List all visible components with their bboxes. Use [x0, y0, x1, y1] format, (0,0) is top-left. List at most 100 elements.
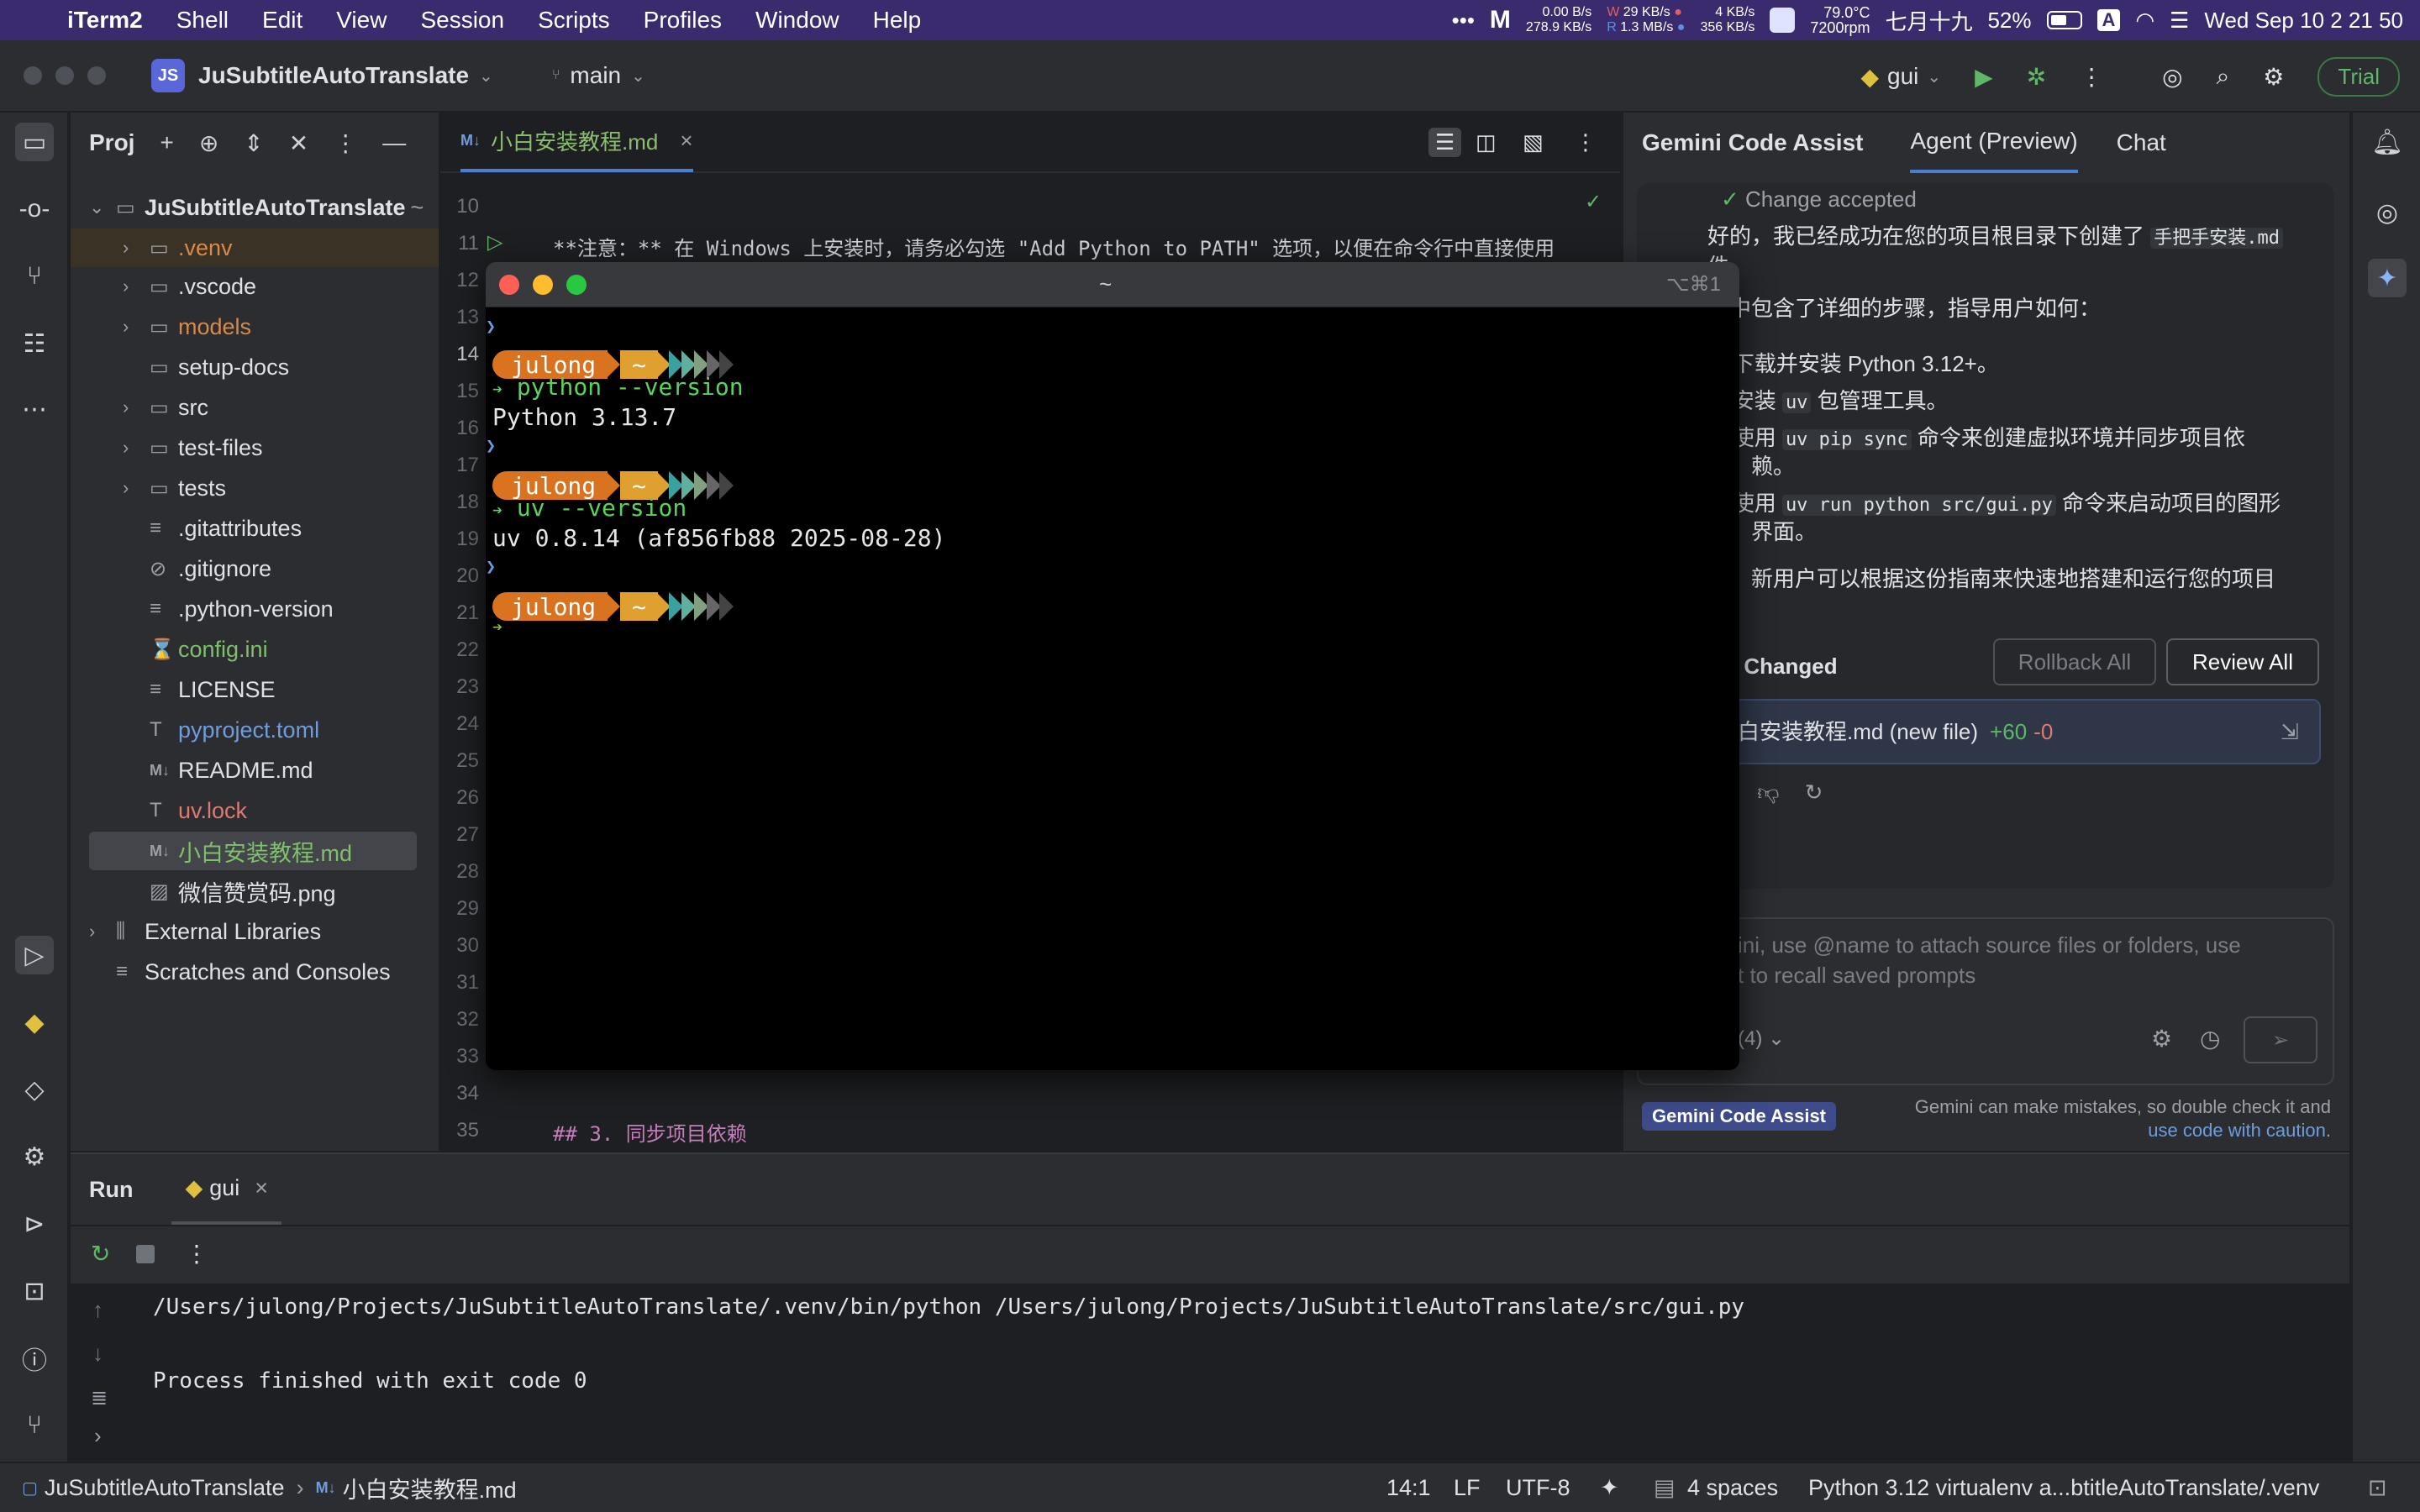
notifications-icon[interactable]: 🔔︎: [2368, 123, 2407, 161]
tree-item-uv-lock[interactable]: T uv.lock: [150, 791, 247, 830]
chevron-right-icon[interactable]: ›: [123, 477, 150, 499]
chevron-right-icon[interactable]: ›: [123, 316, 150, 338]
tree-item-pyproject[interactable]: T pyproject.toml: [150, 711, 319, 749]
options-icon[interactable]: ⋮: [334, 129, 357, 157]
project-badge[interactable]: JS: [151, 59, 185, 92]
chevron-right-icon[interactable]: ›: [123, 437, 150, 459]
more-icon[interactable]: •••: [1452, 8, 1475, 34]
python-interpreter[interactable]: Python 3.12 virtualenv a...btitleAutoTra…: [1808, 1475, 2319, 1501]
more-tools-icon[interactable]: ⋯: [15, 390, 54, 428]
scroll-down-icon[interactable]: ↓: [92, 1341, 103, 1367]
editor-tab[interactable]: M↓ 小白安装教程.md ×: [460, 112, 693, 172]
tree-item-gitattributes[interactable]: ≡ .gitattributes: [150, 509, 302, 548]
split-view-icon[interactable]: ◫: [1476, 129, 1497, 155]
tree-item-vscode[interactable]: › ▭ .vscode: [123, 267, 256, 306]
history-icon[interactable]: ◷: [2200, 1025, 2220, 1053]
current-input-line[interactable]: ➔: [492, 617, 502, 637]
pull-request-icon[interactable]: ⑂: [15, 257, 54, 296]
context-selector[interactable]: (4) ⌄: [1738, 1026, 1785, 1051]
chevron-right-icon[interactable]: ›: [89, 921, 116, 942]
review-all-button[interactable]: Review All: [2166, 638, 2319, 685]
menu-edit[interactable]: Edit: [262, 7, 302, 34]
tree-item-config[interactable]: ⌛ config.ini: [150, 630, 268, 669]
terminal-minimize-button[interactable]: [533, 274, 553, 295]
services-icon[interactable]: ⚙: [15, 1137, 54, 1176]
terminal-icon[interactable]: ⊡: [15, 1272, 54, 1310]
project-selector[interactable]: JuSubtitleAutoTranslate: [198, 62, 469, 89]
branch-selector[interactable]: main: [570, 62, 621, 89]
tree-root[interactable]: ⌄ ▭ JuSubtitleAutoTranslate ~: [89, 188, 424, 227]
terminal-zoom-button[interactable]: [566, 274, 587, 295]
debug-icon[interactable]: ✲: [2027, 63, 2046, 91]
chevron-down-icon[interactable]: ⌄: [631, 66, 645, 87]
hide-icon[interactable]: —: [382, 129, 406, 156]
close-icon[interactable]: ×: [255, 1175, 268, 1201]
menu-help[interactable]: Help: [873, 7, 922, 34]
menubar-datetime[interactable]: Wed Sep 10 2 21 50: [2204, 8, 2403, 34]
changed-file-row[interactable]: 小白安装教程.md (new file) +60 -0 ⇲: [1704, 699, 2321, 764]
python-packages-icon[interactable]: ◇: [15, 1070, 54, 1109]
ai-assistant-icon[interactable]: ◎: [2162, 63, 2182, 91]
prompt-input[interactable]: ini, use @name to attach source files or…: [1637, 917, 2334, 1085]
line-separator[interactable]: LF: [1454, 1475, 1481, 1501]
breadcrumb-file[interactable]: 小白安装教程.md: [343, 1472, 517, 1504]
run-gutter-icon[interactable]: ▷: [487, 230, 502, 255]
use-code-with-caution-link[interactable]: use code with caution: [2148, 1120, 2326, 1141]
menu-view[interactable]: View: [336, 7, 387, 34]
window-close-button[interactable]: [24, 66, 42, 85]
chevron-down-icon[interactable]: ⌄: [89, 197, 116, 218]
chevron-right-icon[interactable]: ›: [123, 276, 150, 297]
ai-status-icon[interactable]: ✦: [1600, 1475, 1619, 1501]
add-icon[interactable]: +: [160, 129, 173, 156]
expand-all-icon[interactable]: ⇕: [244, 129, 263, 157]
breadcrumb-project[interactable]: JuSubtitleAutoTranslate: [45, 1475, 285, 1501]
tree-external-libraries[interactable]: › ⫼ External Libraries: [89, 912, 321, 951]
collapse-icon[interactable]: ⇲: [2281, 716, 2299, 748]
menu-app-name[interactable]: iTerm2: [67, 7, 143, 34]
python-console-icon[interactable]: ◆: [15, 1003, 54, 1042]
code-line-11[interactable]: **注意：** 在 Windows 上安装时，请务必勾选 "Add Python…: [553, 232, 1555, 261]
window-minimize-button[interactable]: [55, 66, 74, 85]
tree-item-python-version[interactable]: ≡ .python-version: [150, 590, 334, 628]
editor-only-icon[interactable]: ☰: [1428, 128, 1462, 157]
more-icon[interactable]: ⋮: [185, 1240, 208, 1268]
problems-icon[interactable]: ⓘ: [15, 1339, 54, 1378]
tree-item-setup-docs[interactable]: ▭ setup-docs: [150, 348, 289, 386]
send-button[interactable]: ➢: [2244, 1016, 2317, 1063]
menu-shell[interactable]: Shell: [176, 7, 229, 34]
tree-item-readme[interactable]: M↓ README.md: [150, 751, 313, 790]
expand-icon[interactable]: ›: [94, 1423, 102, 1449]
menu-session[interactable]: Session: [420, 7, 504, 34]
tab-chat[interactable]: Chat: [2117, 129, 2166, 156]
tree-item-models[interactable]: › ▭ models: [123, 307, 251, 346]
control-center-icon[interactable]: ☰: [2170, 8, 2189, 34]
indent-setting[interactable]: 4 spaces: [1687, 1475, 1778, 1501]
trial-button[interactable]: Trial: [2317, 56, 2400, 97]
menu-scripts[interactable]: Scripts: [538, 7, 610, 34]
tree-item-tutorial-md[interactable]: M↓ 小白安装教程.md: [89, 832, 417, 870]
preview-icon[interactable]: ▧: [1523, 129, 1544, 155]
soft-wrap-icon[interactable]: ≣: [91, 1386, 108, 1410]
tree-item-src[interactable]: › ▭ src: [123, 388, 208, 427]
menu-profiles[interactable]: Profiles: [644, 7, 722, 34]
file-encoding[interactable]: UTF-8: [1506, 1475, 1570, 1501]
run-tab-gui[interactable]: ◆ gui ×: [171, 1154, 282, 1225]
search-icon[interactable]: ⌕: [2217, 63, 2230, 91]
menu-window[interactable]: Window: [755, 7, 839, 34]
scroll-up-icon[interactable]: ↑: [92, 1297, 103, 1323]
battery-icon[interactable]: [2046, 11, 2082, 29]
tree-item-tests[interactable]: › ▭ tests: [123, 469, 226, 507]
chevron-down-icon[interactable]: ⌄: [479, 66, 493, 87]
run-icon[interactable]: ▶: [1975, 63, 1993, 91]
tree-item-wechat-png[interactable]: ▨ 微信赞赏码.png: [150, 872, 336, 911]
gear-icon[interactable]: ⚙: [2263, 63, 2284, 91]
input-method-icon[interactable]: A: [2096, 9, 2121, 31]
tab-agent[interactable]: Agent (Preview): [1910, 113, 2078, 173]
structure-icon[interactable]: ☷: [15, 324, 54, 363]
tree-item-test-files[interactable]: › ▭ test-files: [123, 428, 263, 467]
folder-icon[interactable]: ▭: [15, 123, 54, 161]
terminal-close-button[interactable]: [499, 274, 519, 295]
rollback-all-button[interactable]: Rollback All: [1993, 638, 2156, 685]
thumbs-down-icon[interactable]: 👎︎: [1757, 776, 1779, 808]
run-tool-icon[interactable]: ▷: [15, 936, 54, 974]
